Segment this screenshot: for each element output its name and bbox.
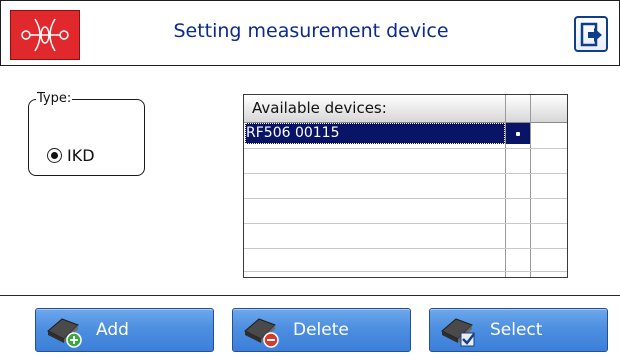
row-divider: [244, 198, 567, 199]
device-name-cell[interactable]: RF506 00115: [246, 124, 340, 143]
page-title: Setting measurement device: [173, 20, 449, 42]
exit-icon: [580, 22, 602, 47]
list-header: Available devices:: [244, 95, 567, 123]
row-divider: [244, 248, 567, 249]
radio-selected-dot: [51, 152, 58, 159]
select-button[interactable]: Select: [429, 308, 608, 352]
add-button-label: Add: [96, 320, 129, 340]
header-bar: Setting measurement device: [0, 0, 620, 66]
select-button-label: Select: [490, 320, 543, 340]
delete-button-label: Delete: [293, 320, 349, 340]
column-divider: [530, 95, 531, 277]
device-add-icon: [47, 318, 82, 348]
row-divider: [244, 271, 567, 272]
row-divider: [244, 173, 567, 174]
device-active-dot: [516, 132, 520, 136]
delete-button[interactable]: Delete: [232, 308, 411, 352]
available-devices-list[interactable]: Available devices: RF506 00115: [243, 94, 568, 278]
column-header-devices[interactable]: Available devices:: [252, 95, 387, 122]
device-delete-icon: [244, 318, 279, 348]
sensor-logo-icon: [10, 10, 80, 60]
exit-button[interactable]: [574, 16, 608, 52]
type-radio-ikd-label[interactable]: IKD: [67, 146, 95, 165]
row-divider: [244, 148, 567, 149]
device-select-icon: [441, 318, 475, 347]
device-mark-cell[interactable]: [506, 123, 530, 144]
add-button[interactable]: Add: [35, 308, 214, 352]
type-groupbox-legend: Type:: [36, 91, 73, 106]
type-radio-ikd[interactable]: [47, 148, 62, 163]
row-divider: [244, 223, 567, 224]
